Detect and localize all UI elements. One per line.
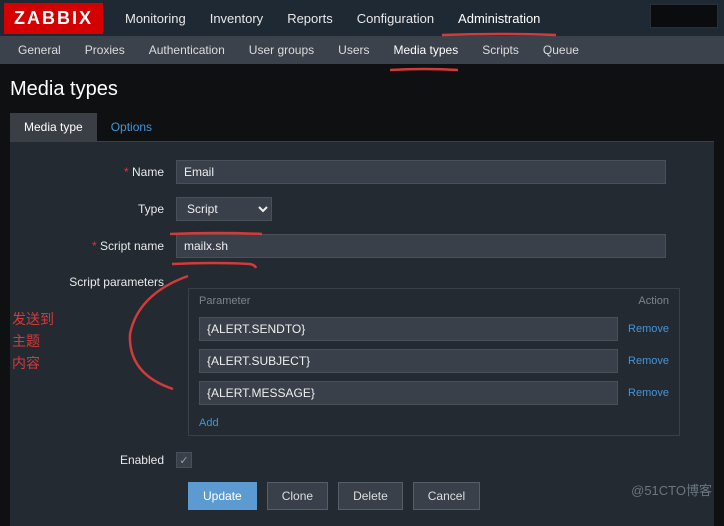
remove-link[interactable]: Remove bbox=[628, 387, 669, 399]
top-bar: ZABBIX Monitoring Inventory Reports Conf… bbox=[0, 0, 724, 36]
nav-configuration[interactable]: Configuration bbox=[345, 1, 446, 36]
param-row: Remove bbox=[189, 377, 679, 409]
annotation-content: 内容 bbox=[12, 352, 54, 374]
param-input-0[interactable] bbox=[199, 317, 618, 341]
nav-inventory[interactable]: Inventory bbox=[198, 1, 275, 36]
subnav-authentication[interactable]: Authentication bbox=[137, 37, 237, 63]
delete-button[interactable]: Delete bbox=[338, 482, 403, 510]
action-header: Action bbox=[638, 295, 669, 307]
cancel-button[interactable]: Cancel bbox=[413, 482, 480, 510]
add-param-link[interactable]: Add bbox=[199, 417, 219, 429]
nav-reports[interactable]: Reports bbox=[275, 1, 345, 36]
media-type-form: Name Type Script Script name Script para… bbox=[10, 142, 714, 526]
type-select[interactable]: Script bbox=[176, 197, 272, 221]
update-button[interactable]: Update bbox=[188, 482, 257, 510]
annotation-labels: 发送到 主题 内容 bbox=[12, 308, 54, 374]
remove-link[interactable]: Remove bbox=[628, 323, 669, 335]
param-header: Parameter bbox=[199, 295, 638, 307]
clone-button[interactable]: Clone bbox=[267, 482, 328, 510]
annotation-curve bbox=[118, 274, 198, 394]
subnav-user-groups[interactable]: User groups bbox=[237, 37, 326, 63]
param-input-2[interactable] bbox=[199, 381, 618, 405]
enabled-label: Enabled bbox=[26, 453, 176, 467]
annotation-sendto: 发送到 bbox=[12, 308, 54, 330]
subnav-queue[interactable]: Queue bbox=[531, 37, 591, 63]
annotation-underline bbox=[168, 226, 264, 230]
param-row: Remove bbox=[189, 345, 679, 377]
enabled-checkbox[interactable]: ✓ bbox=[176, 452, 192, 468]
logo: ZABBIX bbox=[4, 3, 103, 34]
annotation-underline bbox=[170, 258, 260, 264]
param-input-1[interactable] bbox=[199, 349, 618, 373]
subnav-users[interactable]: Users bbox=[326, 37, 381, 63]
top-nav: Monitoring Inventory Reports Configurati… bbox=[113, 1, 552, 36]
type-label: Type bbox=[26, 202, 176, 216]
annotation-underline bbox=[388, 62, 460, 66]
nav-administration[interactable]: Administration bbox=[446, 1, 552, 36]
tabs: Media type Options bbox=[10, 113, 714, 142]
script-name-input[interactable] bbox=[176, 234, 666, 258]
tab-options[interactable]: Options bbox=[97, 113, 166, 141]
subnav-general[interactable]: General bbox=[6, 37, 73, 63]
nav-monitoring[interactable]: Monitoring bbox=[113, 1, 198, 36]
annotation-subject: 主题 bbox=[12, 330, 54, 352]
button-bar: Update Clone Delete Cancel bbox=[188, 482, 698, 510]
annotation-underline bbox=[440, 32, 558, 36]
script-name-label: Script name bbox=[26, 239, 176, 253]
page-title: Media types bbox=[10, 78, 714, 101]
sub-nav: General Proxies Authentication User grou… bbox=[0, 36, 724, 64]
subnav-proxies[interactable]: Proxies bbox=[73, 37, 137, 63]
remove-link[interactable]: Remove bbox=[628, 355, 669, 367]
name-input[interactable] bbox=[176, 160, 666, 184]
global-search[interactable] bbox=[650, 4, 718, 28]
watermark: @51CTO博客 bbox=[631, 480, 712, 499]
tab-media-type[interactable]: Media type bbox=[10, 113, 97, 141]
name-label: Name bbox=[26, 165, 176, 179]
subnav-scripts[interactable]: Scripts bbox=[470, 37, 531, 63]
subnav-media-types[interactable]: Media types bbox=[382, 37, 471, 63]
script-params-table: Parameter Action Remove Remove Remove Ad… bbox=[188, 288, 680, 436]
param-row: Remove bbox=[189, 313, 679, 345]
